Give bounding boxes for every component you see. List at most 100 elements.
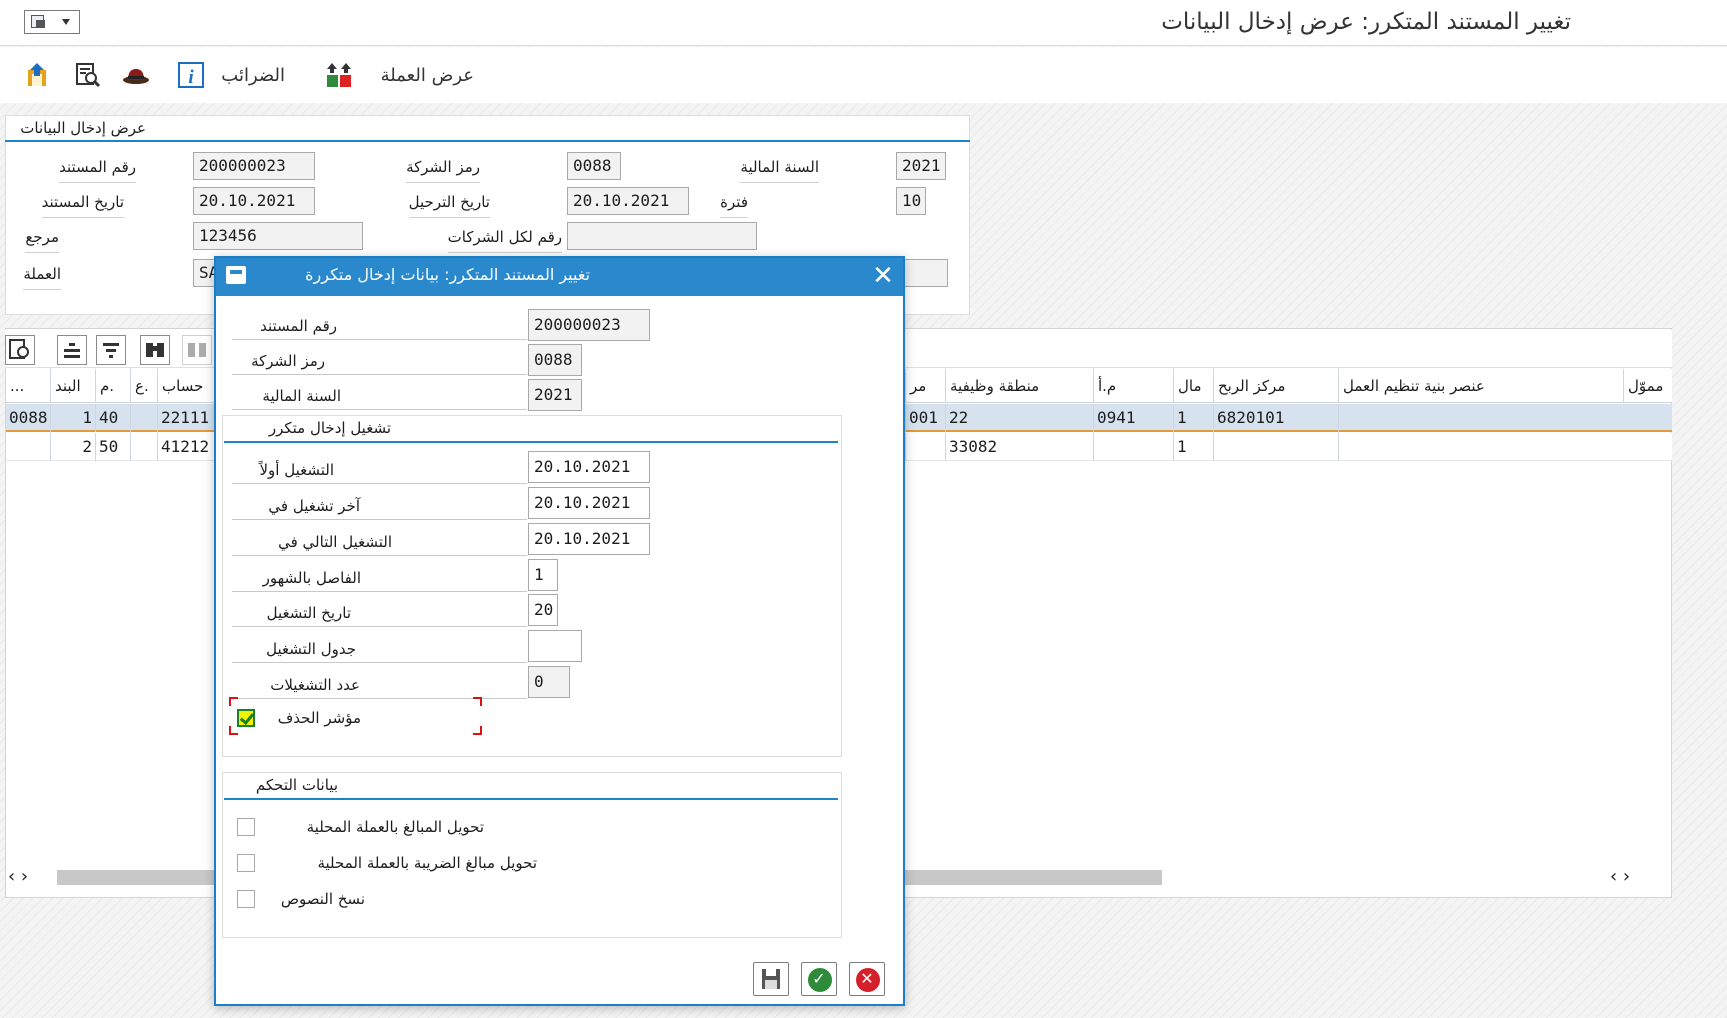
close-icon[interactable]: ✕	[868, 259, 898, 293]
column-header-account-type[interactable]: ع.	[130, 369, 157, 403]
run-date-field[interactable]: 20	[528, 594, 558, 626]
company-code-field[interactable]: 0088	[567, 152, 621, 180]
interval-label: الفاصل بالشهور	[262, 569, 361, 587]
cell-partial	[905, 433, 945, 461]
currency-icon[interactable]	[324, 60, 354, 90]
next-run-label: التشغيل التالي في	[278, 533, 392, 551]
reference-label: مرجع	[25, 225, 59, 253]
last-run-label: آخر تشغيل في	[268, 497, 360, 515]
currency-label: العملة	[23, 262, 61, 290]
run-group-title: تشغيل إدخال متكرر	[268, 419, 391, 437]
column-header-wbs[interactable]: عنصر بنية تنظيم العمل	[1338, 369, 1623, 403]
menu-dropdown[interactable]	[24, 10, 80, 34]
copy-texts-label: نسخ النصوص	[280, 890, 365, 908]
cancel-button[interactable]: ✕	[849, 962, 885, 996]
sort-ascending-icon[interactable]	[57, 335, 87, 365]
copy-texts-checkbox[interactable]	[237, 890, 255, 908]
scroll-arrows-left[interactable]: ‹ ›	[8, 866, 50, 888]
scroll-arrows-right[interactable]: ‹ ›	[1610, 866, 1662, 888]
display-document-icon[interactable]	[72, 60, 102, 90]
label-underline	[232, 519, 527, 520]
display-currency-button[interactable]: عرض العملة	[381, 65, 474, 86]
column-header-functional-area[interactable]: منطقة وظيفية	[945, 369, 1093, 403]
doc-date-label: تاريخ المستند	[41, 190, 125, 218]
save-button[interactable]	[753, 962, 789, 996]
taxes-button[interactable]: الضرائب	[221, 65, 285, 86]
details-icon[interactable]	[5, 335, 35, 365]
window-icon-overlay	[36, 20, 45, 28]
control-group-title: بيانات التحكم	[255, 776, 338, 794]
dialog-fiscal-year-field[interactable]: 2021	[528, 379, 582, 411]
chevron-down-icon	[62, 19, 70, 25]
next-run-field[interactable]: 20.10.2021	[528, 523, 650, 555]
column-header-account[interactable]: حساب	[157, 369, 217, 403]
column-header-profit-center[interactable]: مركز الربح	[1213, 369, 1338, 403]
header-section-title: عرض إدخال البيانات	[20, 119, 146, 137]
info-icon[interactable]: i	[176, 60, 206, 90]
first-run-field[interactable]: 20.10.2021	[528, 451, 650, 483]
run-date-label: تاريخ التشغيل	[266, 604, 351, 622]
last-run-field[interactable]: 20.10.2021	[528, 487, 650, 519]
label-underline	[232, 698, 527, 699]
hat-icon[interactable]	[121, 60, 151, 90]
deletion-indicator-label: مؤشر الحذف	[277, 709, 361, 727]
cell-company	[5, 433, 50, 461]
fiscal-year-field[interactable]: 2021	[896, 152, 946, 180]
focus-frame	[229, 726, 238, 735]
cell-item: 2	[50, 433, 95, 461]
svg-text:i: i	[188, 67, 194, 88]
label-underline	[232, 483, 527, 484]
convert-amounts-checkbox[interactable]	[237, 818, 255, 836]
schedule-label: جدول التشغيل	[266, 640, 356, 658]
column-header-business-area[interactable]: م.أ	[1093, 369, 1173, 403]
dialog-fiscal-year-label: السنة المالية	[262, 387, 341, 405]
window-icon	[226, 266, 246, 284]
cell-business-area: 0941	[1093, 404, 1173, 432]
cancel-glyph: ✕	[860, 969, 874, 988]
deletion-indicator-checkbox[interactable]	[237, 709, 255, 727]
doc-number-field[interactable]: 200000023	[193, 152, 315, 180]
label-underline	[232, 626, 527, 627]
cell-posting-key: 50	[95, 433, 130, 461]
column-header-posting-key[interactable]: م.	[95, 369, 130, 403]
save-icon	[762, 969, 780, 989]
column-header-funded-program[interactable]: مموّل	[1623, 369, 1672, 403]
doc-date-field[interactable]: 20.10.2021	[193, 187, 315, 215]
schedule-field[interactable]	[528, 630, 582, 662]
cell-fund: 1	[1173, 433, 1213, 461]
run-group-divider	[224, 441, 838, 443]
convert-tax-checkbox[interactable]	[237, 854, 255, 872]
period-field[interactable]: 10	[896, 187, 926, 215]
cell-fund: 1	[1173, 404, 1213, 432]
export-icon[interactable]	[22, 60, 52, 90]
company-code-label: رمز الشركة	[406, 155, 480, 183]
label-underline	[232, 555, 527, 556]
dialog-doc-number-field[interactable]: 200000023	[528, 309, 650, 341]
column-header-partial[interactable]: مر	[905, 369, 945, 403]
reference-field[interactable]: 123456	[193, 222, 363, 250]
cell-wbs	[1338, 433, 1623, 461]
cell-account: 41212	[157, 433, 217, 461]
find-next-icon[interactable]	[182, 335, 212, 365]
checkmark-glyph: ✓	[812, 969, 826, 988]
confirm-button[interactable]: ✓	[801, 962, 837, 996]
focus-frame	[229, 697, 238, 706]
interval-field[interactable]: 1	[528, 559, 558, 591]
posting-date-field[interactable]: 20.10.2021	[567, 187, 689, 215]
cell-profit-center	[1213, 433, 1338, 461]
num-runs-label: عدد التشغيلات	[270, 676, 360, 694]
num-runs-field[interactable]: 0	[528, 666, 570, 698]
column-header-fund[interactable]: مال	[1173, 369, 1213, 403]
label-underline	[232, 409, 527, 410]
column-header-item[interactable]: البند	[50, 369, 95, 403]
find-icon[interactable]	[140, 335, 170, 365]
posting-date-label: تاريخ الترحيل	[408, 190, 491, 218]
cross-company-field[interactable]	[567, 222, 757, 250]
column-header-more[interactable]: ...	[5, 369, 50, 403]
filter-icon[interactable]	[96, 335, 126, 365]
dialog-company-code-field[interactable]: 0088	[528, 344, 582, 376]
cell-account-type	[130, 433, 157, 461]
dialog-company-code-label: رمز الشركة	[251, 352, 325, 370]
label-underline	[232, 374, 527, 375]
cell-posting-key: 40	[95, 404, 130, 432]
